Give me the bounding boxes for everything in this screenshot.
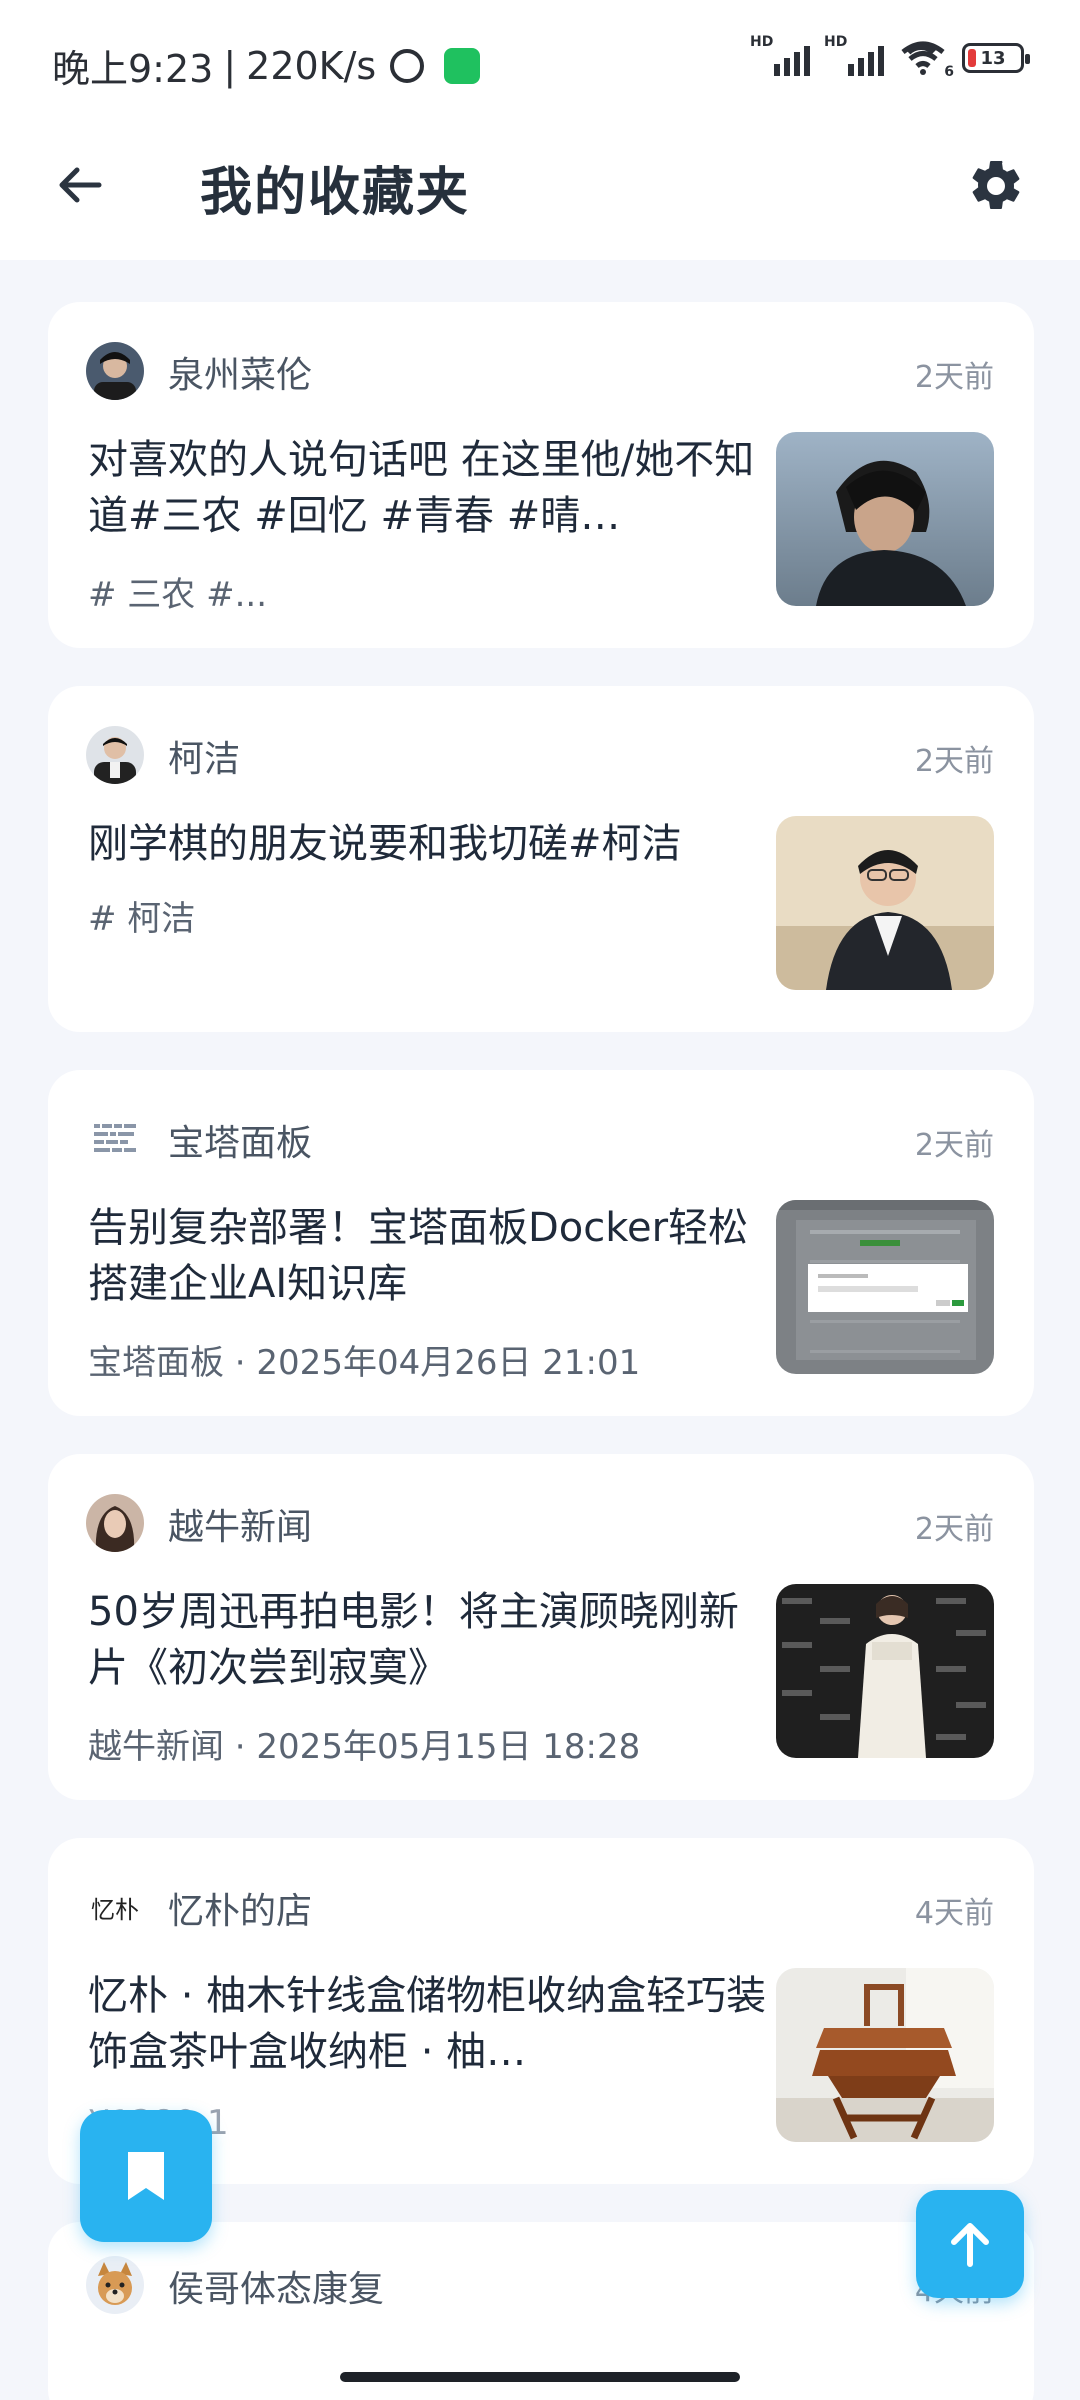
avatar[interactable] <box>86 342 144 400</box>
signal-icon: HD <box>750 34 810 76</box>
alarm-icon <box>390 48 425 83</box>
author-name: 柯洁 <box>168 739 241 780</box>
favorites-list[interactable]: 泉州菜伦 2天前 对喜欢的人说句话吧 在这里他/她不知道#三农 #回忆 #青春 … <box>0 260 1080 2400</box>
bookmark-button[interactable] <box>80 2110 212 2242</box>
app-bar: 我的收藏夹 <box>0 120 1080 260</box>
avatar[interactable] <box>86 1494 144 1552</box>
page-title: 我的收藏夹 <box>200 163 471 223</box>
timestamp: 2天前 <box>914 744 994 779</box>
item-title: 告别复杂部署！宝塔面板Docker轻松搭建企业AI知识库 <box>88 1205 749 1307</box>
avatar[interactable]: 忆朴 <box>86 1878 144 1936</box>
list-item[interactable]: 柯洁 2天前 刚学棋的朋友说要和我切磋#柯洁 # 柯洁 <box>48 686 1034 1032</box>
wifi-icon: 6 <box>900 40 954 80</box>
item-title: 忆朴 · 柚木针线盒储物柜收纳盒轻巧装饰盒茶叶盒收纳柜 · 柚… <box>88 1973 767 2075</box>
scroll-to-top-button[interactable] <box>916 2190 1024 2298</box>
arrow-up-icon <box>951 2223 989 2267</box>
list-item[interactable]: 宝塔面板 2天前 告别复杂部署！宝塔面板Docker轻松搭建企业AI知识库 宝塔… <box>48 1070 1034 1416</box>
thumbnail-image[interactable] <box>776 1968 994 2142</box>
timestamp: 2天前 <box>914 1512 994 1547</box>
status-separator: | <box>223 43 237 88</box>
item-title: 50岁周迅再拍电影！将主演顾晓刚新片《初次尝到寂寞》 <box>88 1589 739 1691</box>
thumbnail-image[interactable] <box>776 432 994 606</box>
wechat-notification-icon <box>444 47 481 84</box>
back-button[interactable] <box>50 155 110 215</box>
item-source-date: 越牛新闻 · 2025年05月15日 18:28 <box>88 1727 641 1767</box>
timestamp: 4天前 <box>914 1896 994 1931</box>
signal-icon-2: HD <box>824 34 884 76</box>
arrow-left-icon <box>59 167 102 203</box>
status-bar: 晚上9:23 | 220K/s HD HD 6 13 <box>0 0 1080 120</box>
author-name: 越牛新闻 <box>168 1507 313 1548</box>
avatar[interactable] <box>86 1110 144 1168</box>
bookmark-icon <box>128 2152 164 2200</box>
thumbnail-image[interactable] <box>776 1200 994 1374</box>
avatar[interactable] <box>86 2256 144 2314</box>
thumbnail-image[interactable] <box>776 816 994 990</box>
avatar[interactable] <box>86 726 144 784</box>
timestamp: 2天前 <box>914 1128 994 1163</box>
battery-level: 13 <box>980 47 1006 69</box>
item-title: 对喜欢的人说句话吧 在这里他/她不知道#三农 #回忆 #青春 #晴… <box>88 437 755 539</box>
status-right: HD HD 6 13 <box>750 34 1030 80</box>
item-tags: # 三农 #... <box>88 575 268 615</box>
home-indicator[interactable] <box>340 2372 740 2382</box>
author-name: 宝塔面板 <box>168 1123 313 1164</box>
settings-button[interactable] <box>960 150 1032 222</box>
thumbnail-image[interactable] <box>776 1584 994 1758</box>
list-item[interactable]: 越牛新闻 2天前 50岁周迅再拍电影！将主演顾晓刚新片《初次尝到寂寞》 越牛新闻… <box>48 1454 1034 1800</box>
author-name: 侯哥体态康复 <box>168 2269 385 2310</box>
list-item[interactable]: 泉州菜伦 2天前 对喜欢的人说句话吧 在这里他/她不知道#三农 #回忆 #青春 … <box>48 302 1034 648</box>
status-network-speed: 220K/s <box>246 43 377 88</box>
timestamp: 2天前 <box>914 360 994 395</box>
gear-icon <box>972 160 1020 209</box>
author-name: 泉州菜伦 <box>168 355 313 396</box>
item-tags: # 柯洁 <box>88 899 196 939</box>
status-time: 晚上9:23 <box>52 47 214 91</box>
author-name: 忆朴的店 <box>168 1891 313 1932</box>
status-left: 晚上9:23 | 220K/s <box>52 38 481 93</box>
item-title: 刚学棋的朋友说要和我切磋#柯洁 <box>88 821 682 867</box>
battery-icon: 13 <box>962 43 1030 73</box>
item-source-date: 宝塔面板 · 2025年04月26日 21:01 <box>88 1343 641 1383</box>
